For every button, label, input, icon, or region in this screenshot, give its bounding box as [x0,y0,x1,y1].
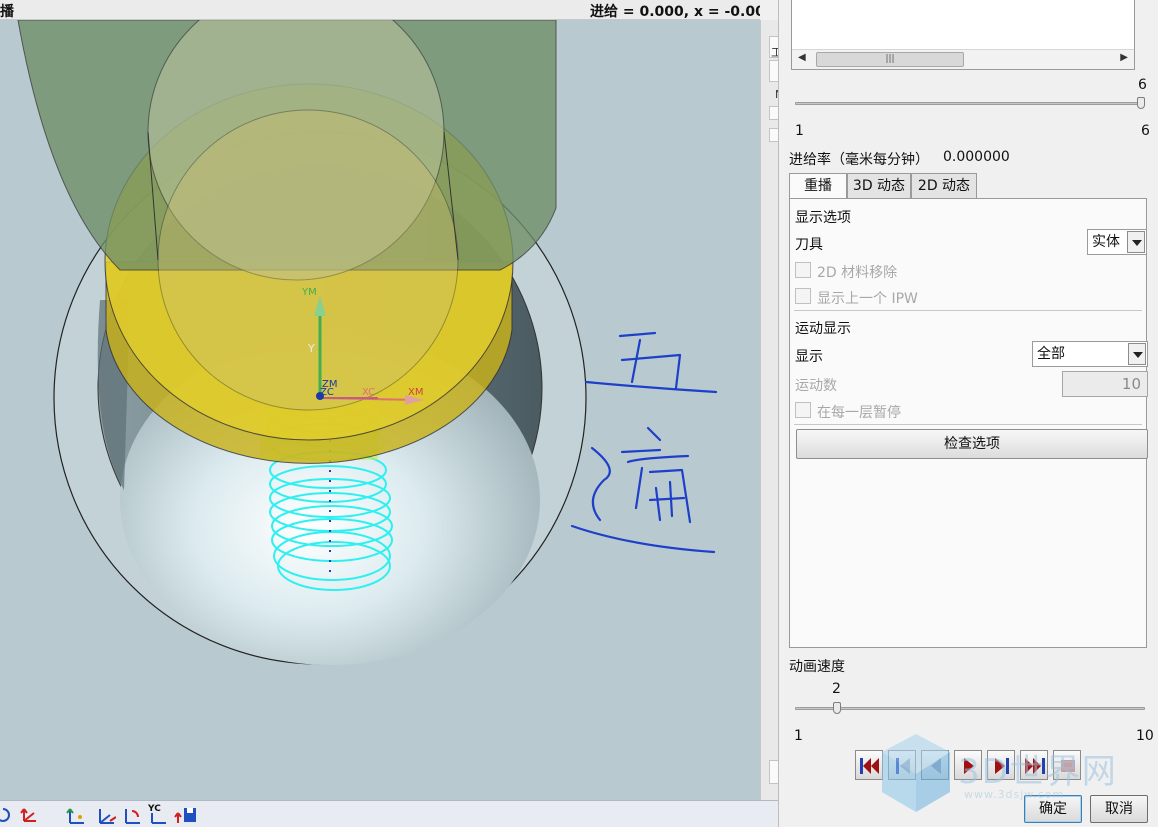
scroll-right-icon[interactable]: ▶ [1120,52,1128,63]
fast-forward-icon [1025,758,1045,774]
yc-axis-icon[interactable]: YC [144,804,172,825]
step-forward-icon [995,758,1009,774]
tab-3d-dynamic-label: 3D 动态 [852,178,906,194]
tool-shank-lower [157,109,459,411]
animation-speed-max: 10 [1136,728,1154,744]
tab-3d-dynamic[interactable]: 3D 动态 [847,173,911,199]
view-toolbar: YC [0,800,778,827]
motion-slider-value: 6 [1138,77,1147,93]
tab-replay[interactable]: 重播 [789,173,847,200]
cancel-button[interactable]: 取消 [1090,795,1148,823]
play-forward-icon [964,758,974,774]
scroll-left-icon[interactable]: ◀ [798,52,806,63]
graphics-window[interactable]: YM Y ZM ZC XC XM 五遍 播 进给 = 0.000, x = -0… [0,0,760,800]
axis-label-xc: XC [362,387,375,398]
chevron-down-icon[interactable] [1128,343,1146,365]
horizontal-scrollbar[interactable]: ◀ ||| ▶ [792,49,1134,69]
pause-each-level-label: 在每一层暂停 [817,405,901,421]
animation-speed-label: 动画速度 [789,659,845,675]
axis-label-xm: XM [408,387,423,398]
display-options-heading: 显示选项 [795,210,851,226]
tool-label: 刀具 [795,237,823,253]
step-back-icon [896,758,910,774]
animation-speed-value: 2 [832,681,841,697]
save-icon[interactable] [174,805,196,825]
rotate-icon[interactable] [0,805,14,825]
divider [794,424,1142,425]
tab-replay-label: 重播 [804,178,832,194]
feed-rate-value: 0.000000 [943,149,1010,165]
ok-button[interactable]: 确定 [1024,795,1082,823]
show-previous-ipw-label: 显示上一个 IPW [817,291,918,307]
feed-coordinates-readout: 进给 = 0.000, x = -0.00, y = [590,4,760,20]
tab-2d-dynamic[interactable]: 2D 动态 [911,173,977,199]
step-forward-button[interactable] [987,750,1015,780]
check-options-button[interactable]: 检查选项 [796,429,1148,459]
step-back-button[interactable] [888,750,916,780]
stop-icon [1061,760,1075,772]
motion-count-input[interactable]: 10 [1062,371,1148,397]
divider [794,310,1142,311]
tool-path-visualization-dialog: ◀ ||| ▶ 6 1 6 进给率（毫米每分钟） 0.000000 重播 3D … [778,0,1158,827]
navigator-strip: 工 N [760,20,783,800]
yc-axis-label: YC [148,804,161,814]
feed-rate-label: 进给率（毫米每分钟） [789,152,929,168]
pause-each-level-checkbox[interactable] [795,402,811,418]
csys-icon[interactable] [18,805,40,825]
cam-simulation-scene[interactable]: YM Y ZM ZC XC XM 五遍 [0,20,760,800]
chevron-down-icon[interactable] [1127,231,1145,253]
material-removal-2d-label: 2D 材料移除 [817,265,898,281]
motion-slider-track[interactable] [795,102,1145,105]
show-previous-ipw-checkbox[interactable] [795,288,811,304]
rewind-to-start-button[interactable] [855,750,883,780]
motion-slider-thumb[interactable] [1137,97,1145,109]
tool-display-select[interactable]: 实体 [1087,229,1147,255]
operation-list[interactable]: ◀ ||| ▶ [791,0,1135,70]
axis-label-ym: YM [301,287,317,298]
animation-speed-min: 1 [794,728,803,744]
replay-panel: 显示选项 刀具 实体 2D 材料移除 显示上一个 IPW 运动显示 显示 全部 … [789,198,1148,648]
tool-display-value: 实体 [1092,234,1120,250]
play-reverse-button[interactable] [921,750,949,780]
motion-display-select[interactable]: 全部 [1032,341,1148,367]
motion-count-label: 运动数 [795,378,837,394]
axis-label-zc: ZC [320,387,334,398]
wcs-rotate-icon[interactable] [120,805,142,825]
wcs-origin-icon[interactable] [64,805,86,825]
play-forward-button[interactable] [954,750,982,780]
rewind-to-start-icon [860,758,879,774]
handwritten-annotation [570,331,718,554]
scrollbar-thumb[interactable]: ||| [816,52,964,67]
play-reverse-icon [931,758,941,774]
motion-slider-max: 6 [1141,123,1150,139]
stop-button[interactable] [1053,750,1081,780]
motion-display-value: 全部 [1037,346,1065,362]
motion-display-heading: 运动显示 [795,321,851,337]
animation-speed-thumb[interactable] [833,702,841,714]
graphics-titlebar: 播 进给 = 0.000, x = -0.00, y = [0,0,760,20]
tab-2d-dynamic-label: 2D 动态 [917,178,971,194]
axis-label-y: Y [307,342,315,355]
motion-slider-min: 1 [795,123,804,139]
wcs-dynamic-icon[interactable] [94,805,117,825]
display-label: 显示 [795,349,823,365]
window-title: 播 [0,4,14,20]
animation-speed-track[interactable] [795,707,1145,710]
fast-forward-button[interactable] [1020,750,1048,780]
material-removal-2d-checkbox[interactable] [795,262,811,278]
